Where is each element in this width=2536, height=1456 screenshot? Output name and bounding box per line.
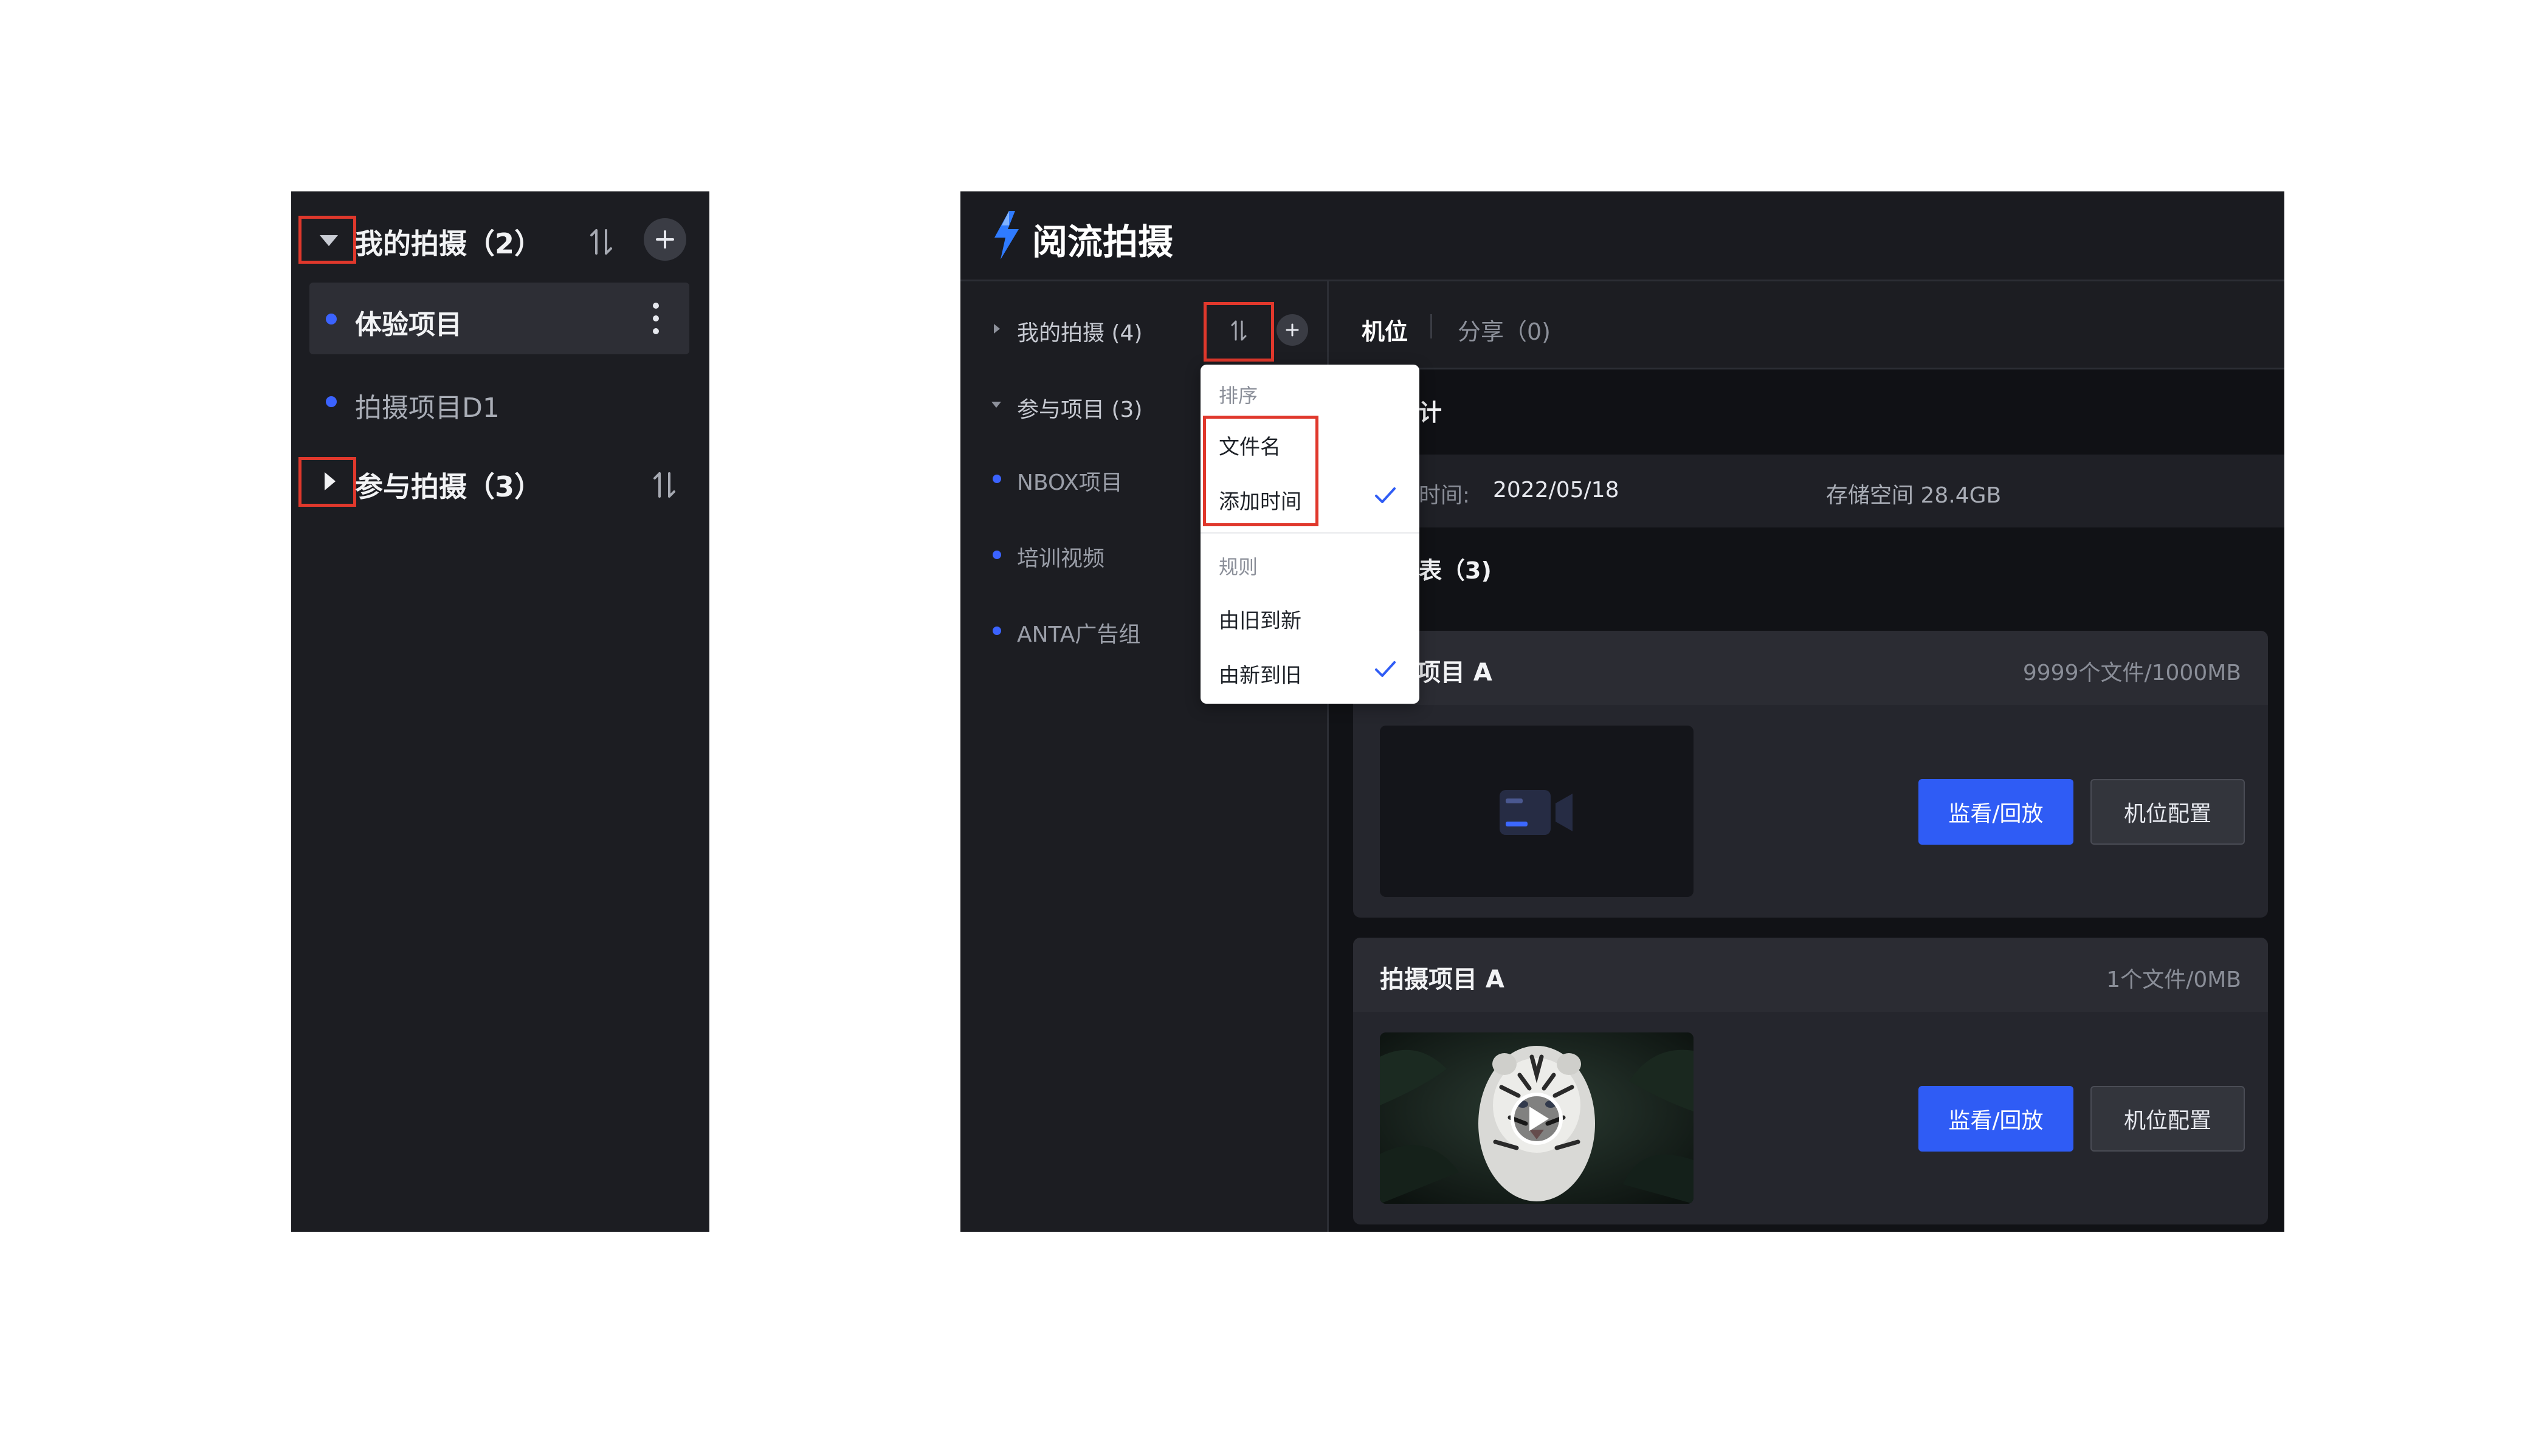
project-item-label: 体验项目	[355, 309, 462, 340]
dropdown-divider	[1201, 532, 1419, 534]
group-title-my-shoots[interactable]: 我的拍摄（2）	[355, 222, 542, 262]
camera-card-header: 项目 A 9999个文件/1000MB	[1353, 631, 2268, 705]
camera-card-title: 项目 A	[1416, 659, 1492, 687]
tab-divider	[1430, 314, 1432, 338]
dropdown-section-sort: 排序	[1219, 384, 1258, 407]
rule-option-new-to-old[interactable]: 由新到旧	[1201, 644, 1419, 696]
list-heading: 表（3)	[1419, 557, 1492, 584]
tabs-bar: 机位 分享（0)	[1329, 281, 2284, 369]
option-label: 由旧到新	[1219, 609, 1301, 633]
app-header: 阅流拍摄	[960, 191, 2284, 281]
camera-config-button[interactable]: 机位配置	[2090, 779, 2245, 845]
stats-heading-band: 计	[1329, 369, 2284, 455]
add-project-button[interactable]	[1277, 314, 1308, 346]
highlight-box	[1203, 416, 1318, 526]
tiger-photo	[1380, 1032, 1694, 1204]
add-project-button[interactable]	[644, 218, 686, 261]
project-dot	[993, 475, 1001, 483]
lightning-logo-icon	[991, 211, 1022, 262]
check-icon	[1374, 482, 1396, 509]
tab-share[interactable]: 分享（0)	[1458, 313, 1551, 346]
plus-icon	[656, 230, 674, 249]
project-item-label: 拍摄项目D1	[355, 393, 500, 424]
stats-row: 时间: 2022/05/18 存储空间 28.4GB	[1329, 455, 2284, 527]
camera-card-meta: 9999个文件/1000MB	[2022, 661, 2241, 685]
sort-icon[interactable]	[589, 227, 613, 257]
sidebar-group-mine[interactable]: 我的拍摄 (4)	[1017, 315, 1142, 347]
sort-icon[interactable]	[1230, 319, 1247, 342]
caret-down-icon[interactable]	[991, 402, 1001, 408]
caret-down-icon[interactable]	[320, 235, 338, 246]
app-title: 阅流拍摄	[1032, 221, 1174, 263]
more-vertical-icon[interactable]	[651, 302, 661, 337]
camera-thumbnail[interactable]	[1380, 726, 1694, 897]
sidebar-item-anta[interactable]: ANTA广告组	[1017, 617, 1140, 648]
camera-card: 项目 A 9999个文件/1000MB 监看/回放 机位配置	[1353, 631, 2268, 918]
camera-card-title: 拍摄项目 A	[1380, 966, 1504, 994]
caret-right-icon[interactable]	[994, 324, 1000, 334]
stats-heading: 计	[1419, 399, 1442, 426]
camera-card-header: 拍摄项目 A 1个文件/0MB	[1353, 938, 2268, 1012]
camera-card-meta: 1个文件/0MB	[2106, 967, 2241, 992]
plus-icon	[1286, 323, 1299, 337]
option-label: 由新到旧	[1219, 664, 1301, 688]
app-window: 阅流拍摄 我的拍摄 (4) 参与项目 (3) NBOX项目 培训视频 ANTA广…	[960, 191, 2284, 1232]
dropdown-section-rule: 规则	[1219, 555, 1258, 579]
monitor-playback-button[interactable]: 监看/回放	[1918, 1086, 2073, 1152]
project-item-selected[interactable]: 体验项目	[309, 283, 689, 354]
tab-camera-positions[interactable]: 机位	[1362, 313, 1408, 346]
project-item[interactable]: 拍摄项目D1	[309, 368, 689, 434]
project-dot	[326, 396, 337, 407]
stats-time-value: 2022/05/18	[1493, 478, 1619, 503]
rule-option-old-to-new[interactable]: 由旧到新	[1201, 589, 1419, 642]
stats-storage: 存储空间 28.4GB	[1826, 483, 2002, 508]
caret-right-icon[interactable]	[325, 472, 336, 490]
project-tree-panel: 我的拍摄（2） 体验项目 拍摄项目D1 参与拍摄（3）	[291, 191, 709, 1232]
monitor-playback-button[interactable]: 监看/回放	[1918, 779, 2073, 845]
camera-config-button[interactable]: 机位配置	[2090, 1086, 2245, 1152]
stats-time-label: 时间:	[1419, 483, 1470, 508]
video-thumbnail[interactable]	[1380, 1032, 1694, 1204]
group-title-joined-shoots[interactable]: 参与拍摄（3）	[355, 465, 542, 505]
video-camera-icon	[1500, 790, 1573, 835]
sidebar-item-nbox[interactable]: NBOX项目	[1017, 465, 1123, 496]
sidebar-item-training[interactable]: 培训视频	[1017, 541, 1104, 572]
project-dot	[326, 314, 337, 325]
project-dot	[993, 627, 1001, 635]
camera-card: 拍摄项目 A 1个文件/0MB 监看/回放 机位配置	[1353, 938, 2268, 1224]
main-content: 计 时间: 2022/05/18 存储空间 28.4GB 表（3) 项目 A 9…	[1329, 369, 2284, 1232]
sort-icon[interactable]	[652, 470, 677, 500]
sidebar-group-joined[interactable]: 参与项目 (3)	[1017, 392, 1142, 424]
sort-dropdown-menu: 排序 文件名 添加时间 规则 由旧到新 由新到旧	[1201, 365, 1419, 704]
project-dot	[993, 551, 1001, 559]
check-icon	[1374, 656, 1396, 683]
